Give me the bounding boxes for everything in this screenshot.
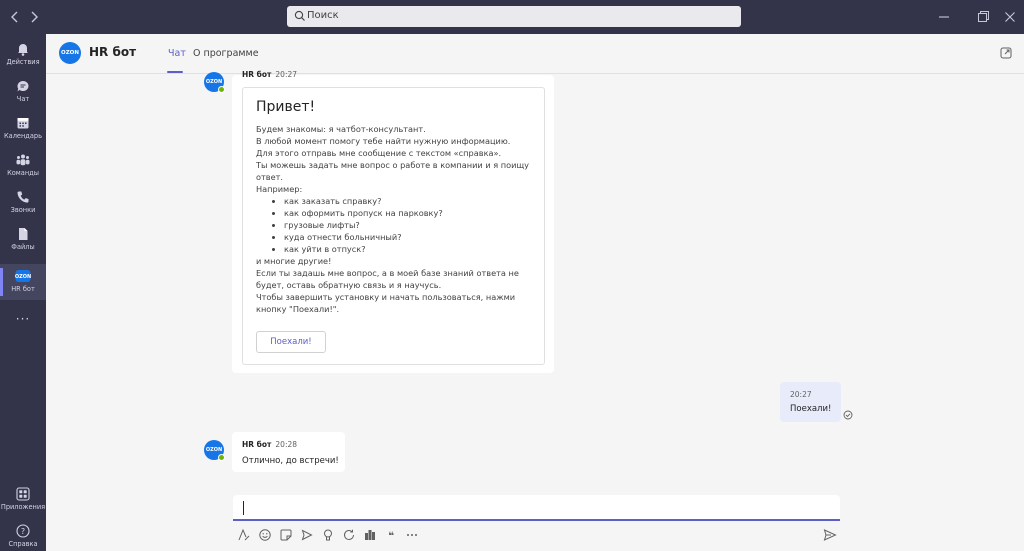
app-rail: Действия Чат Календарь Команды Звонки Фа… (0, 34, 46, 551)
svg-text:OZON: OZON (15, 274, 31, 280)
rail-item-files[interactable]: Файлы (0, 222, 46, 258)
teams-icon (15, 152, 31, 168)
online-status-icon (218, 454, 225, 461)
svg-text:❝: ❝ (388, 531, 394, 542)
apps-icon (15, 486, 31, 502)
card-text: Будем знакомы: я чатбот-консультант. (256, 124, 426, 134)
card-text: Для этого отправь мне сообщение с тексто… (256, 148, 502, 158)
read-receipt-icon (843, 410, 853, 420)
back-arrow-icon[interactable] (7, 8, 23, 26)
help-icon: ? (15, 523, 31, 539)
app-title: HR бот (89, 45, 137, 59)
phone-icon (15, 189, 31, 205)
emoji-icon[interactable] (258, 528, 272, 542)
lets-go-button[interactable]: Поехали! (256, 331, 326, 353)
close-icon[interactable] (1002, 8, 1018, 26)
rail-item-activity[interactable]: Действия (0, 37, 46, 73)
message-text: Поехали! (790, 404, 832, 414)
search-icon (293, 9, 307, 23)
compose-box[interactable] (233, 495, 840, 521)
rail-item-teams[interactable]: Команды (0, 148, 46, 184)
more-apps-icon[interactable]: ··· (0, 312, 46, 326)
bot-avatar: OZON (204, 72, 225, 93)
restore-icon[interactable] (975, 8, 991, 26)
card-text: и многие другие! (256, 256, 332, 266)
my-message: 20:27 Поехали! (780, 382, 841, 422)
message-text: Отлично, до встречи! (242, 456, 339, 466)
rail-item-calls[interactable]: Звонки (0, 185, 46, 221)
format-icon[interactable] (237, 528, 251, 542)
rail-item-hr-bot[interactable]: OZON HR бот (0, 264, 46, 300)
chat-area: OZON HR бот 20:27 Привет! Будем знакомы: … (46, 70, 1024, 551)
hr-bot-app-icon: OZON (15, 268, 31, 284)
rail-item-apps[interactable]: Приложения (0, 482, 46, 518)
rail-item-help[interactable]: ? Справка (0, 519, 46, 551)
list-item: куда отнести больничный? (284, 231, 531, 243)
card-text: В любой момент помогу тебе найти нужную … (256, 136, 511, 146)
approvals-icon[interactable] (363, 528, 377, 542)
schedule-icon[interactable] (300, 528, 314, 542)
list-item: как уйти в отпуск? (284, 243, 531, 255)
calendar-icon (15, 115, 31, 131)
file-icon (15, 226, 31, 242)
message-meta: HR бот 20:28 (242, 440, 298, 449)
svg-text:?: ? (21, 527, 25, 536)
card-title: Привет! (256, 99, 316, 115)
quote-icon[interactable]: ❝ (384, 528, 398, 542)
rail-item-calendar[interactable]: Календарь (0, 111, 46, 147)
praise-icon[interactable] (321, 528, 335, 542)
sticker-icon[interactable] (279, 528, 293, 542)
popout-icon[interactable] (1000, 47, 1012, 59)
rail-item-chat[interactable]: Чат (0, 74, 46, 110)
minimize-icon[interactable] (936, 8, 952, 26)
examples-list: как заказать справку? как оформить пропу… (284, 195, 531, 255)
card-text: Чтобы завершить установку и начать польз… (256, 292, 516, 314)
list-item: как заказать справку? (284, 195, 531, 207)
message-input[interactable] (233, 495, 840, 519)
card-text: Например: (256, 184, 303, 194)
search-placeholder: Поиск (307, 10, 339, 21)
list-item: как оформить пропуск на парковку? (284, 207, 531, 219)
more-options-icon[interactable] (405, 528, 419, 542)
loop-icon[interactable] (342, 528, 356, 542)
bot-avatar: OZON (204, 440, 225, 461)
adaptive-card: Привет! Будем знакомы: я чатбот-консульт… (242, 87, 545, 365)
bell-icon (15, 41, 31, 57)
message-welcome-card: HR бот 20:27 Привет! Будем знакомы: я чат… (232, 70, 554, 373)
card-text: Ты можешь задать мне вопрос о работе в к… (256, 160, 530, 182)
search-box[interactable]: Поиск (287, 6, 741, 27)
list-item: грузовые лифты? (284, 219, 531, 231)
bot-message: HR бот 20:28 Отлично, до встречи! (232, 432, 345, 472)
forward-arrow-icon[interactable] (26, 8, 42, 26)
chat-icon (15, 78, 31, 94)
title-bar: Поиск (0, 0, 1024, 34)
tab-chat[interactable]: Чат (168, 48, 186, 59)
send-icon[interactable] (823, 528, 837, 542)
channel-header: OZON HR бот Чат О программе (46, 34, 1024, 74)
message-meta: HR бот 20:27 (242, 70, 298, 79)
app-logo: OZON (59, 42, 81, 64)
tab-about[interactable]: О программе (193, 48, 259, 59)
message-time: 20:27 (790, 390, 812, 399)
card-text: Если ты задашь мне вопрос, а в моей базе… (256, 268, 519, 290)
active-tab-indicator (167, 71, 183, 73)
online-status-icon (218, 86, 225, 93)
